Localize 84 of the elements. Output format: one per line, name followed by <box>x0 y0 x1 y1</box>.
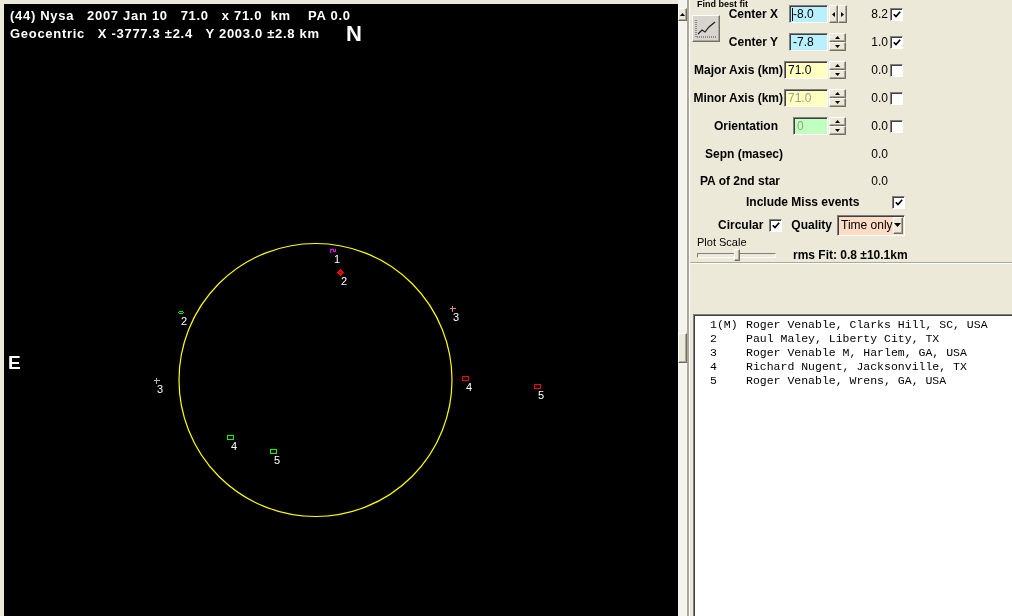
spin-left-button[interactable] <box>829 5 838 23</box>
field-label: Minor Axis (km) <box>693 91 783 105</box>
observer-name[interactable]: Richard Nugent, Jacksonville, TX <box>746 360 967 374</box>
spin-down-button[interactable] <box>829 98 846 107</box>
down-arrow-icon <box>835 101 840 104</box>
plot-title: (44) Nysa 2007 Jan 10 71.0 x 71.0 km PA 0.0 <box>10 7 351 25</box>
plot-scale-slider[interactable] <box>697 248 776 262</box>
event-number: 2 <box>341 275 348 287</box>
number-field[interactable]: -7.8 <box>789 33 828 51</box>
event-number: 1 <box>334 253 341 265</box>
event-number: 4 <box>231 440 238 452</box>
spin-up-button[interactable] <box>829 33 846 42</box>
rms-fit-text: rms Fit: 0.8 ±10.1km <box>793 248 908 262</box>
residual-value: 1.0 <box>871 35 888 49</box>
readout-value: 0.0 <box>871 147 888 161</box>
checkmark-icon <box>771 221 780 229</box>
observer-number: 3 <box>710 346 718 360</box>
checkbox[interactable] <box>769 218 783 232</box>
slider-label: Plot Scale <box>696 236 747 248</box>
checkmark-icon <box>892 38 901 46</box>
spin-down-button[interactable] <box>829 70 846 79</box>
observer-name[interactable]: Roger Venable, Clarks Hill, SC, USA <box>746 318 988 332</box>
up-arrow-icon <box>835 64 840 67</box>
checkbox[interactable] <box>890 63 903 77</box>
number-field[interactable]: 71.0 <box>784 61 828 79</box>
dropdown-label: Quality <box>791 218 833 232</box>
down-arrow-icon <box>835 73 840 76</box>
checkbox[interactable] <box>890 35 903 49</box>
down-arrow-icon <box>835 45 840 48</box>
event-number: 5 <box>538 389 545 401</box>
spin-up-button[interactable] <box>829 61 846 70</box>
spin-up-button[interactable] <box>829 117 846 126</box>
spin-down-button[interactable] <box>829 42 846 51</box>
field-label: Orientation <box>714 119 778 133</box>
checkbox[interactable] <box>890 7 903 21</box>
event-number: 3 <box>157 383 164 395</box>
readout-value: 0.0 <box>871 174 888 188</box>
east-label: E <box>8 353 21 372</box>
up-arrow-icon <box>680 13 685 16</box>
plot-position: Geocentric X -3777.3 ±2.4 Y 2003.0 ±2.8 km <box>10 25 320 43</box>
chart-button[interactable] <box>692 14 720 42</box>
observer-name[interactable]: Roger Venable, Wrens, GA, USA <box>746 374 947 388</box>
number-field[interactable]: -8.0 <box>789 5 828 23</box>
field-label: Center Y <box>728 35 778 49</box>
slider-thumb[interactable] <box>733 249 740 261</box>
checkbox-label: Include Miss events <box>745 195 861 209</box>
right-arrow-icon <box>841 11 844 17</box>
checkbox-label: Circular <box>718 218 764 232</box>
field-label: Major Axis (km) <box>694 63 783 77</box>
observer-number: 4 <box>710 360 718 374</box>
spin-up-button[interactable] <box>829 89 846 98</box>
quality-dropdown[interactable]: Time only <box>837 214 906 236</box>
residual-value: 0.0 <box>871 91 888 105</box>
observer-name[interactable]: Paul Maley, Liberty City, TX <box>746 332 940 346</box>
vertical-scrollbar[interactable] <box>678 0 688 616</box>
residual-value: 8.2 <box>871 7 888 21</box>
residual-value: 0.0 <box>871 63 888 77</box>
checkmark-icon <box>892 10 901 18</box>
residual-value: 0.0 <box>871 119 888 133</box>
group-title: Find best fit <box>697 0 748 9</box>
observer-number: 2 <box>710 332 718 346</box>
scroll-up-button[interactable] <box>678 8 687 21</box>
up-arrow-icon <box>835 36 840 39</box>
left-arrow-icon <box>832 11 835 17</box>
field-label: Center X <box>728 7 778 21</box>
event-number: 5 <box>274 454 281 466</box>
down-arrow-icon <box>835 129 840 132</box>
readout-label: Sepn (masec) <box>704 147 785 161</box>
event-number: 2 <box>181 315 188 327</box>
event-number: 4 <box>466 381 473 393</box>
event-number: 3 <box>453 311 460 323</box>
up-arrow-icon <box>835 92 840 95</box>
readout-label: PA of 2nd star <box>699 174 781 188</box>
spin-down-button[interactable] <box>829 126 846 135</box>
observer-number: 5 <box>710 374 718 388</box>
observer-number: 1(M) <box>710 318 739 332</box>
spin-right-button[interactable] <box>838 5 847 23</box>
scrollbar-thumb[interactable] <box>678 333 687 363</box>
north-label: N <box>346 23 362 45</box>
observer-name[interactable]: Roger Venable M, Harlem, GA, USA <box>746 346 967 360</box>
checkbox[interactable] <box>892 195 905 209</box>
up-arrow-icon <box>835 120 840 123</box>
line-chart-icon <box>695 18 717 38</box>
checkmark-icon <box>894 198 903 206</box>
